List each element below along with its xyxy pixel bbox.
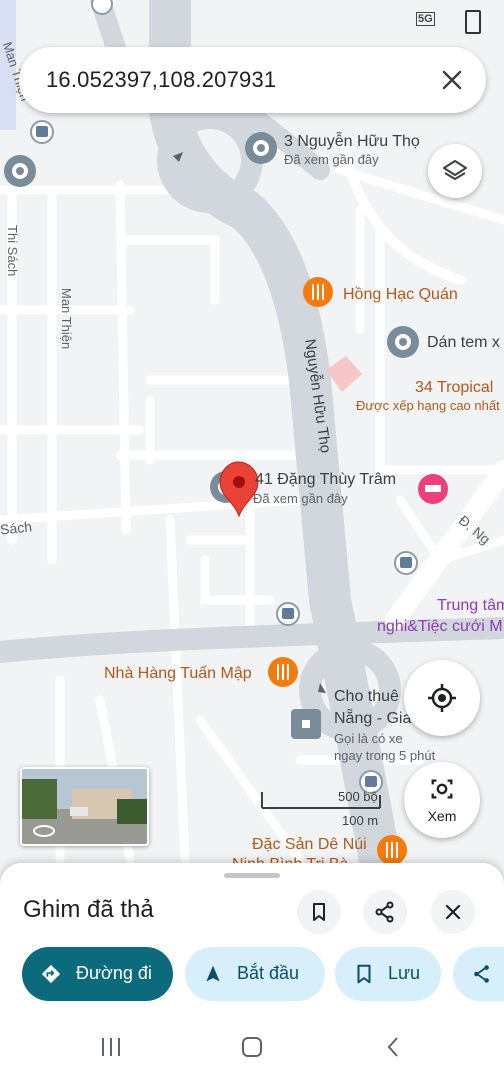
directions-button[interactable]: Đường đi <box>22 947 173 1001</box>
recents-icon[interactable] <box>99 1035 123 1059</box>
start-button[interactable]: Bắt đầu <box>185 947 325 1001</box>
restaurant-icon <box>303 277 333 307</box>
search-bar[interactable]: 16.052397,108.207931 <box>19 47 486 113</box>
system-nav-bar <box>0 1013 504 1080</box>
street-view-image <box>22 769 147 844</box>
battery-icon <box>465 10 481 34</box>
place-subtitle: nghi&Tiệc cưới M <box>377 618 503 635</box>
bookmark-icon <box>313 903 325 921</box>
layers-icon <box>443 160 467 180</box>
back-icon[interactable] <box>382 1035 406 1059</box>
place-sheet: Ghim đã thả Đường đi Bắt đầu Lưu <box>0 863 504 1013</box>
street-label: Man Thiện <box>59 288 74 350</box>
directions-icon <box>41 964 61 984</box>
place-name[interactable]: Dán tem x <box>427 334 500 352</box>
my-location-icon <box>428 684 456 712</box>
bus-stop-icon <box>276 602 300 626</box>
car-rental-marker <box>291 709 321 739</box>
street-label: Thi Sách <box>5 225 20 277</box>
close-icon <box>445 904 461 920</box>
close-icon[interactable] <box>438 66 466 94</box>
place-name[interactable]: 34 Tropical <box>415 379 493 397</box>
place-subtitle: Được xếp hạng cao nhất <box>356 398 500 413</box>
place-marker-dan-tem <box>387 326 419 358</box>
sheet-title: Ghim đã thả <box>23 896 154 923</box>
save-button[interactable] <box>297 890 341 934</box>
directions-label: Đường đi <box>76 963 152 983</box>
share-icon <box>375 901 394 923</box>
layers-button[interactable] <box>428 144 482 198</box>
place-name[interactable]: Đặc Sản Dê Núi <box>252 836 367 854</box>
place-name[interactable]: Hồng Hạc Quán <box>343 286 458 304</box>
place-subtitle: ngay trong 5 phút <box>334 748 436 763</box>
save-chip[interactable]: Lưu <box>335 947 441 1001</box>
lens-icon <box>431 779 453 799</box>
save-label: Lưu <box>388 963 421 983</box>
bus-stop-icon <box>30 120 54 144</box>
place-name[interactable]: Cho thuê <box>334 688 399 706</box>
search-input[interactable]: 16.052397,108.207931 <box>46 67 276 93</box>
share-chip[interactable] <box>453 947 504 1001</box>
place-name[interactable]: 3 Nguyễn Hữu Thọ <box>284 133 420 151</box>
place-subtitle: Đã xem gần đây <box>284 152 379 167</box>
place-name[interactable]: 41 Đặng Thùy Trâm <box>255 471 396 489</box>
lens-label: Xem <box>427 808 457 824</box>
bus-stop-icon <box>91 0 113 15</box>
hotel-icon <box>418 474 448 504</box>
bookmark-icon <box>357 964 371 984</box>
lens-button[interactable]: Xem <box>404 762 480 838</box>
navigation-icon <box>206 965 220 982</box>
place-subtitle: Đã xem gần đây <box>253 491 348 506</box>
place-marker-3-nguyen-huu-tho <box>245 132 277 164</box>
place-marker-left <box>4 155 36 187</box>
start-label: Bắt đầu <box>237 963 300 983</box>
home-icon[interactable] <box>240 1035 264 1059</box>
place-name[interactable]: Trung tâm <box>437 597 504 615</box>
restaurant-icon <box>268 657 298 687</box>
my-location-button[interactable] <box>404 660 480 736</box>
share-button[interactable] <box>363 890 407 934</box>
restaurant-icon <box>377 835 407 865</box>
place-name: Nẵng - Gia <box>334 710 412 727</box>
drag-handle[interactable] <box>224 873 280 878</box>
place-subtitle: Gọi là có xe <box>334 731 403 746</box>
close-sheet-button[interactable] <box>431 890 475 934</box>
bus-stop-icon <box>394 551 418 575</box>
street-label: Sách <box>0 518 33 538</box>
share-icon <box>474 965 489 983</box>
network-label: 5G <box>416 12 435 26</box>
scale-label: 100 m <box>342 813 379 828</box>
scale-label: 500 bộ <box>338 789 378 804</box>
place-name[interactable]: Nhà Hàng Tuấn Mập <box>104 665 252 683</box>
street-view-thumbnail[interactable] <box>20 767 149 846</box>
